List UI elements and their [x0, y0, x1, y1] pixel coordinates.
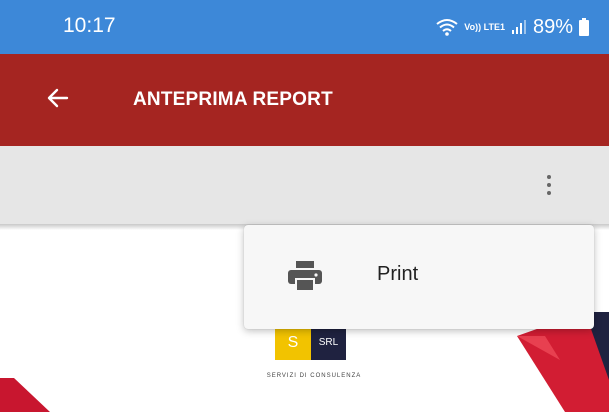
more-options-button[interactable]	[536, 166, 562, 204]
report-toolbar	[0, 146, 609, 224]
signal-icon	[511, 20, 526, 34]
wifi-icon	[436, 19, 458, 36]
company-logo-srl: SRL	[311, 326, 346, 360]
status-time: 10:17	[63, 14, 116, 37]
status-bar: 10:17 Vo)) LTE1 89%	[0, 0, 609, 54]
status-icons: Vo)) LTE1 89%	[436, 14, 589, 40]
arrow-left-icon	[47, 88, 69, 108]
menu-item-label: Print	[377, 263, 419, 285]
company-logo-s: S	[275, 326, 311, 360]
page-title: ANTEPRIMA REPORT	[133, 89, 333, 110]
battery-icon	[579, 18, 589, 36]
battery-percent: 89%	[532, 15, 573, 38]
menu-item-print[interactable]: Print	[244, 233, 594, 321]
app-bar: ANTEPRIMA REPORT	[0, 54, 609, 146]
printer-icon	[288, 261, 322, 291]
back-button[interactable]	[38, 78, 78, 118]
more-vert-icon	[547, 175, 551, 195]
overflow-menu: Print	[244, 225, 594, 329]
company-logo-caption: SERVIZI DI CONSULENZA	[266, 373, 362, 379]
network-type-label: Vo)) LTE1	[464, 21, 505, 32]
